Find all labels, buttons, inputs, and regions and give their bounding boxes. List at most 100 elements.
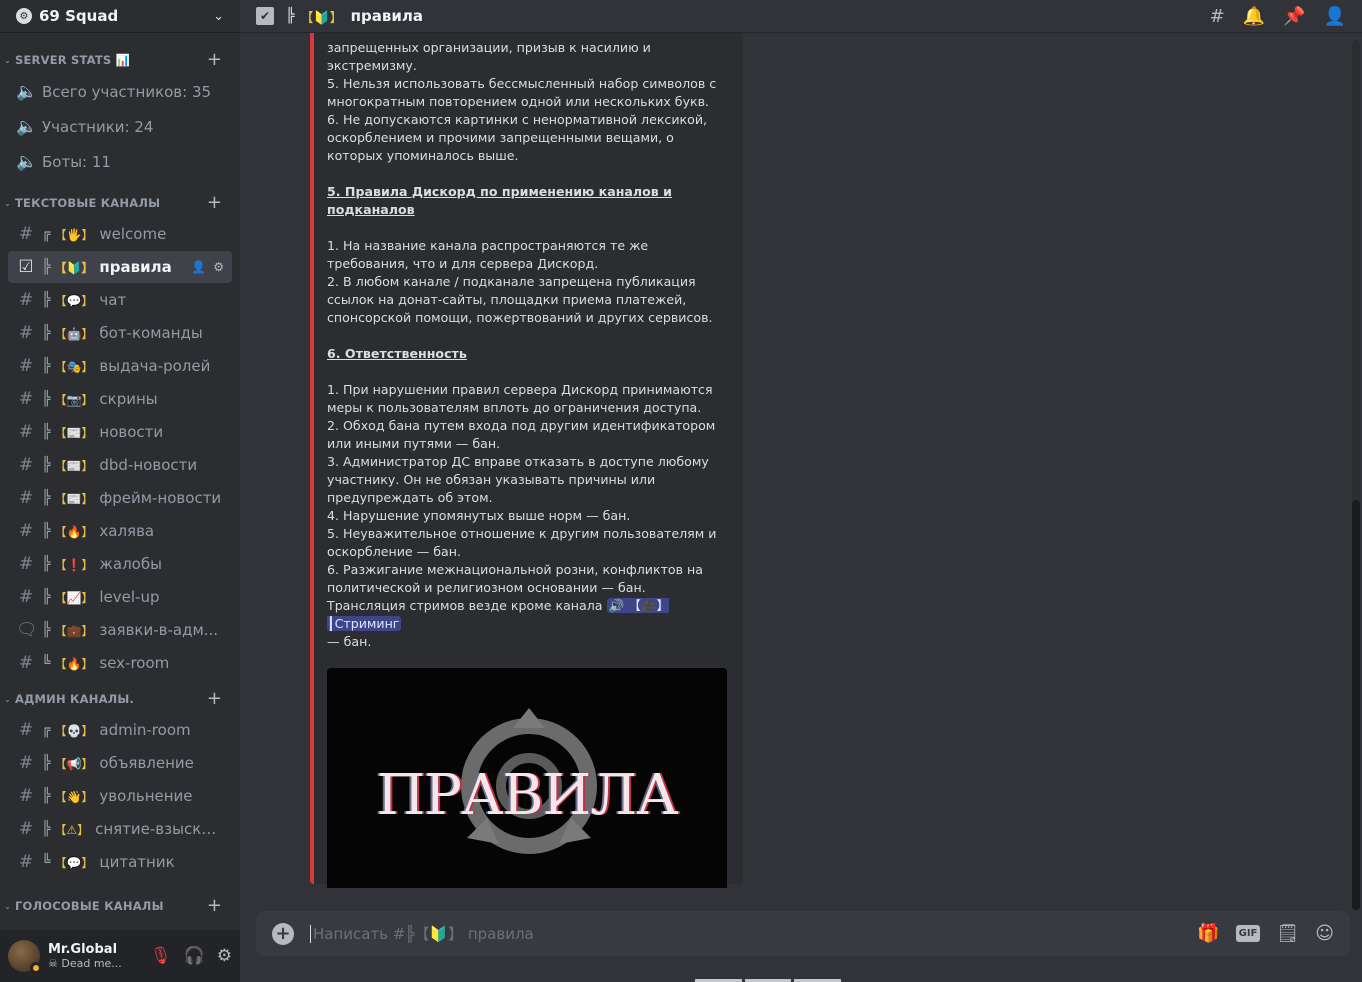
embed-line: 2. Обход бана путем входа под другим иде… bbox=[327, 418, 716, 451]
embed-image[interactable]: ПРАВИЛА bbox=[327, 668, 727, 888]
category-label: АДМИН КАНАЛЫ. bbox=[15, 692, 135, 706]
channel-label: цитатник bbox=[99, 853, 175, 871]
embed-description: запрещенных организации, призыв к насили… bbox=[327, 39, 731, 651]
sidebar-item-2[interactable]: # ╠ 【👋】 увольнение bbox=[8, 780, 232, 812]
embed-line: 1. При нарушении правил сервера Дискорд … bbox=[327, 382, 713, 415]
avatar[interactable] bbox=[8, 940, 42, 974]
channel-label: sex-room bbox=[99, 654, 170, 672]
channel-prefix: ╠ bbox=[286, 8, 295, 24]
channel-emoji: 【💀】 bbox=[54, 723, 94, 738]
hash-icon: # bbox=[18, 323, 34, 343]
gift-icon[interactable]: 🎁 bbox=[1197, 923, 1219, 944]
hash-icon: # bbox=[18, 356, 34, 376]
sidebar-item-4[interactable]: # ╠ 【🎭】 выдача-ролей bbox=[8, 350, 232, 382]
add-channel-icon[interactable]: + bbox=[207, 194, 222, 212]
sticker-icon[interactable]: 🗒 bbox=[1276, 923, 1299, 944]
rules-channel-icon: ☑ bbox=[18, 257, 34, 277]
sidebar-item-2[interactable]: # ╠ 【💬】 чат bbox=[8, 284, 232, 316]
add-channel-icon[interactable]: + bbox=[207, 51, 222, 69]
hash-icon: # bbox=[18, 224, 34, 244]
pin-icon[interactable]: 📌 bbox=[1283, 6, 1305, 27]
gear-icon[interactable]: ⚙ bbox=[217, 946, 232, 966]
embed-line: 6. Разжигание межнациональной розни, кон… bbox=[327, 562, 704, 595]
add-channel-icon[interactable]: + bbox=[207, 897, 222, 915]
channel-emoji: 【🎭】 bbox=[54, 359, 94, 374]
speaker-icon: 🔈 bbox=[16, 117, 38, 137]
sidebar-item-3[interactable]: # ╠ 【🤖】 бот-команды bbox=[8, 317, 232, 349]
embed-line: — бан. bbox=[327, 634, 372, 649]
add-channel-icon[interactable]: + bbox=[207, 690, 222, 708]
channel-label: правила bbox=[99, 258, 172, 276]
microphone-muted-icon[interactable]: 🎙 bbox=[150, 946, 172, 966]
scrollbar-thumb[interactable] bbox=[1352, 500, 1360, 910]
sidebar-item-11[interactable]: # ╠ 【📈】 level-up bbox=[8, 581, 232, 613]
emoji-icon[interactable]: ☺ bbox=[1315, 923, 1334, 944]
invite-icon[interactable]: 👤 bbox=[191, 260, 206, 274]
header-toolbar: # 🔔 📌 👤 bbox=[1210, 6, 1346, 27]
hash-icon: # bbox=[18, 753, 34, 773]
sidebar-item-0[interactable]: # ╔ 【🖐】 welcome bbox=[8, 218, 232, 250]
member-list-icon[interactable]: 👤 bbox=[1324, 6, 1346, 27]
channel-prefix: ╠ bbox=[41, 821, 51, 837]
embed-line: Трансляция стримов везде кроме канала 🔊 … bbox=[327, 597, 731, 633]
channel-emoji: 【💬】 bbox=[54, 293, 94, 308]
voice-channel-total[interactable]: 🔈 Всего участников: 35 bbox=[8, 75, 232, 109]
channel-prefix: ╔ bbox=[42, 226, 51, 242]
server-header[interactable]: ⚙ 69 Squad ⌄ bbox=[0, 0, 240, 33]
channel-prefix: ╠ bbox=[42, 457, 51, 473]
category-voice-channels[interactable]: ⌄ ГОЛОСОВЫЕ КАНАЛЫ + bbox=[0, 892, 240, 920]
user-status-text: Dead me... bbox=[61, 957, 122, 970]
channel-prefix: ╠ bbox=[42, 490, 51, 506]
sidebar-item-10[interactable]: # ╠ 【❗】 жалобы bbox=[8, 548, 232, 580]
category-label: ТЕКСТОВЫЕ КАНАЛЫ bbox=[15, 196, 161, 210]
message-input[interactable] bbox=[310, 924, 1198, 943]
scrollbar[interactable] bbox=[1352, 40, 1360, 910]
sidebar-item-8[interactable]: # ╠ 【📰】 фрейм-новости bbox=[8, 482, 232, 514]
sidebar-item-1[interactable]: ☑ ╠ 【🔰】 правила 👤 ⚙ bbox=[8, 251, 232, 283]
sidebar-item-3[interactable]: # ╠ 【⚠】 снятие-взыска... bbox=[8, 813, 232, 845]
embed-heading: 6. Ответственность bbox=[327, 346, 467, 361]
sidebar-item-5[interactable]: # ╠ 【📷】 скрины bbox=[8, 383, 232, 415]
user-name: Mr.Global bbox=[48, 942, 118, 957]
channel-emoji: 【🖐】 bbox=[54, 227, 94, 242]
channel-emoji: 【📰】 bbox=[54, 425, 94, 440]
sidebar-item-9[interactable]: # ╠ 【🔥】 халява bbox=[8, 515, 232, 547]
chevron-down-icon: ⌄ bbox=[4, 198, 11, 208]
sidebar-item-0[interactable]: # ╔ 【💀】 admin-room bbox=[8, 714, 232, 746]
category-admin-channels[interactable]: ⌄ АДМИН КАНАЛЫ. + bbox=[0, 685, 240, 713]
channel-label: фрейм-новости bbox=[99, 489, 222, 507]
voice-channel-bots[interactable]: 🔈 Боты: 11 bbox=[8, 145, 232, 179]
hash-icon: # bbox=[18, 290, 34, 310]
sidebar-item-7[interactable]: # ╠ 【📰】 dbd-новости bbox=[8, 449, 232, 481]
channel-list[interactable]: ⌄ SERVER STATS 📊 + 🔈 Всего участников: 35… bbox=[0, 40, 240, 930]
channel-emoji: 【📰】 bbox=[54, 458, 94, 473]
threads-icon[interactable]: # bbox=[1210, 6, 1225, 27]
sidebar-item-13[interactable]: # ╚ 【🔥】 sex-room bbox=[8, 647, 232, 679]
channel-label: Участники: 24 bbox=[42, 118, 154, 136]
embed-line: 2. В любом канале / подканале запрещена … bbox=[327, 274, 713, 325]
embed-line: 6. Не допускаются картинки с ненормативн… bbox=[327, 112, 708, 163]
sidebar-item-6[interactable]: # ╠ 【📰】 новости bbox=[8, 416, 232, 448]
chevron-down-icon: ⌄ bbox=[4, 55, 11, 65]
hash-icon: # bbox=[18, 488, 34, 508]
chevron-down-icon[interactable]: ⌄ bbox=[213, 9, 224, 24]
category-text-channels[interactable]: ⌄ ТЕКСТОВЫЕ КАНАЛЫ + bbox=[0, 189, 240, 217]
add-attachment-button[interactable]: + bbox=[272, 922, 294, 945]
voice-channel-members[interactable]: 🔈 Участники: 24 bbox=[8, 110, 232, 144]
status-indicator bbox=[30, 962, 42, 974]
sidebar-item-12[interactable]: 🗨 ╠ 【💼】 заявки-в-адм... bbox=[8, 614, 232, 646]
hash-icon: # bbox=[18, 422, 34, 442]
headphones-icon[interactable]: 🎧 bbox=[184, 946, 205, 966]
rules-embed: запрещенных организации, призыв к насили… bbox=[310, 33, 743, 888]
message-list[interactable]: запрещенных организации, призыв к насили… bbox=[240, 33, 1350, 888]
user-info[interactable]: Mr.Global ☠ Dead me... bbox=[48, 942, 150, 970]
sidebar-item-1[interactable]: # ╠ 【📢】 объявление bbox=[8, 747, 232, 779]
gear-icon[interactable]: ⚙ bbox=[213, 260, 224, 274]
gif-icon[interactable]: GIF bbox=[1235, 925, 1261, 942]
channel-prefix: ╠ bbox=[42, 556, 51, 572]
sidebar-item-4[interactable]: # ╚ 【💬】 цитатник bbox=[8, 846, 232, 878]
channel-emoji: 【⚠】 bbox=[54, 822, 90, 837]
bell-icon[interactable]: 🔔 bbox=[1243, 6, 1265, 27]
category-server-stats[interactable]: ⌄ SERVER STATS 📊 + bbox=[0, 46, 240, 74]
forum-icon: 🗨 bbox=[16, 620, 38, 640]
